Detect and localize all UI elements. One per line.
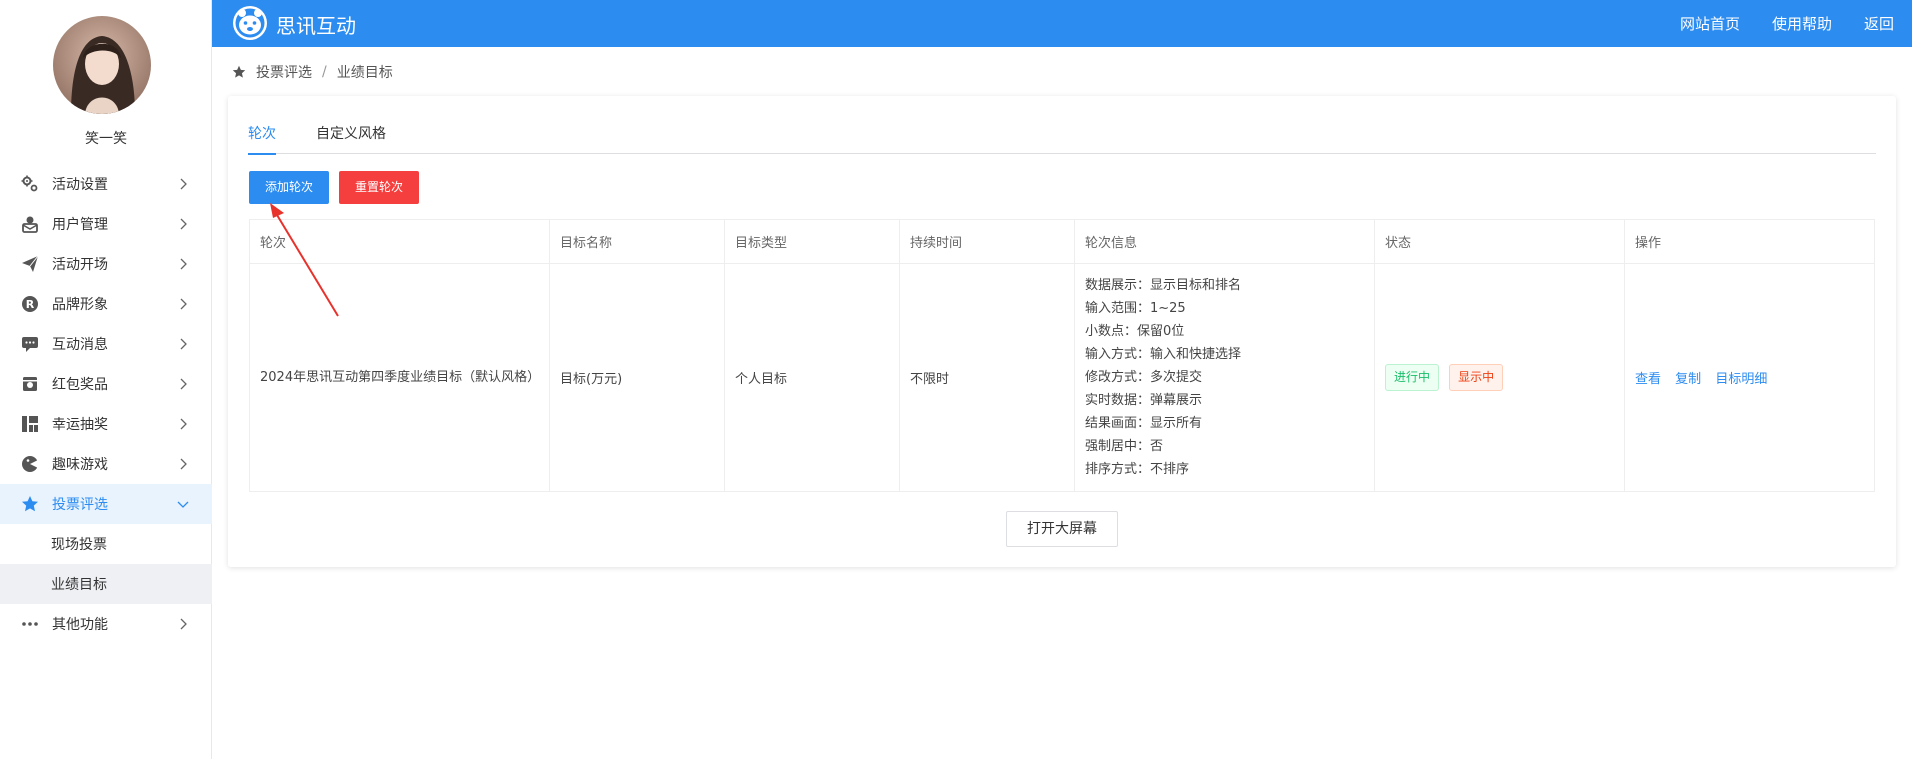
sidebar-item-voting[interactable]: 投票评选	[0, 484, 212, 524]
message-icon	[20, 334, 40, 354]
nav-back-link[interactable]: 返回	[1864, 13, 1894, 34]
operations-cell: 查看 复制 目标明细	[1624, 263, 1875, 492]
sidebar-item-label: 用户管理	[52, 217, 108, 233]
sidebar-item-activity-opening[interactable]: 活动开场	[0, 244, 212, 284]
view-link[interactable]: 查看	[1635, 372, 1661, 387]
sidebar: 笑一笑 活动设置 用户管理 活动开场 R 品牌形象 互动消息 红包奖品 幸运抽奖…	[0, 0, 212, 759]
sidebar-item-red-packet-prizes[interactable]: 红包奖品	[0, 364, 212, 404]
target-name-cell: 目标(万元)	[549, 263, 725, 492]
column-header: 状态	[1374, 219, 1625, 264]
info-line: 输入范围：1~25	[1085, 301, 1186, 316]
open-big-screen-button[interactable]: 打开大屏幕	[1006, 511, 1118, 547]
chevron-right-icon	[180, 378, 187, 390]
tab-custom-style[interactable]: 自定义风格	[316, 114, 386, 154]
chevron-down-icon	[177, 501, 189, 508]
copy-link[interactable]: 复制	[1675, 372, 1701, 387]
sidebar-item-label: 趣味游戏	[52, 457, 108, 473]
sidebar-subitem-live-voting[interactable]: 现场投票	[0, 524, 212, 564]
nav-help-link[interactable]: 使用帮助	[1772, 13, 1832, 34]
sidebar-item-label: 幸运抽奖	[52, 417, 108, 433]
column-header: 操作	[1624, 219, 1875, 264]
lottery-icon	[20, 414, 40, 434]
duration-cell: 不限时	[899, 263, 1075, 492]
annotation-arrow-icon	[270, 203, 339, 317]
info-line: 输入方式：输入和快捷选择	[1085, 347, 1242, 362]
sidebar-subitem-performance-targets[interactable]: 业绩目标	[0, 564, 212, 604]
tab-rounds[interactable]: 轮次	[248, 114, 276, 155]
info-line: 实时数据：弹幕展示	[1085, 393, 1203, 408]
chevron-right-icon	[180, 298, 187, 310]
chevron-right-icon	[180, 458, 187, 470]
sidebar-menu: 活动设置 用户管理 活动开场 R 品牌形象 互动消息 红包奖品 幸运抽奖 趣味游…	[0, 164, 212, 644]
sidebar-item-brand-image[interactable]: R 品牌形象	[0, 284, 212, 324]
nav-home-link[interactable]: 网站首页	[1680, 13, 1740, 34]
sidebar-item-other-features[interactable]: 其他功能	[0, 604, 212, 644]
rounds-table: 轮次 目标名称 目标类型 持续时间 轮次信息 状态 操作 2024年思讯互动第四…	[249, 219, 1875, 492]
sidebar-item-label: 活动设置	[52, 177, 108, 193]
user-icon	[20, 214, 40, 234]
svg-text:R: R	[26, 298, 35, 311]
registered-icon: R	[20, 294, 40, 314]
chevron-right-icon	[180, 418, 187, 430]
sidebar-item-lucky-draw[interactable]: 幸运抽奖	[0, 404, 212, 444]
sidebar-item-fun-games[interactable]: 趣味游戏	[0, 444, 212, 484]
breadcrumb-separator: /	[322, 64, 327, 80]
sidebar-item-interactive-messages[interactable]: 互动消息	[0, 324, 212, 364]
star-icon	[20, 494, 40, 514]
game-icon	[20, 454, 40, 474]
info-line: 修改方式：多次提交	[1085, 370, 1203, 385]
status-badge-in-progress[interactable]: 进行中	[1385, 364, 1440, 391]
username: 笑一笑	[85, 131, 127, 147]
table-header-row: 轮次 目标名称 目标类型 持续时间 轮次信息 状态 操作	[249, 219, 1875, 264]
more-icon	[20, 614, 40, 634]
sidebar-item-label: 投票评选	[52, 497, 108, 513]
target-details-link[interactable]: 目标明细	[1715, 372, 1767, 387]
info-line: 数据展示：显示目标和排名	[1085, 278, 1242, 293]
column-header: 目标类型	[724, 219, 900, 264]
info-line: 小数点：保留0位	[1085, 324, 1185, 339]
column-header: 持续时间	[899, 219, 1075, 264]
chevron-right-icon	[180, 178, 187, 190]
top-nav: 网站首页 使用帮助 返回	[1680, 0, 1894, 47]
column-header: 目标名称	[549, 219, 725, 264]
status-cell: 进行中 显示中	[1374, 263, 1625, 492]
sidebar-item-label: 其他功能	[52, 617, 108, 633]
gift-icon	[20, 374, 40, 394]
chevron-right-icon	[180, 338, 187, 350]
status-badge-displaying[interactable]: 显示中	[1449, 364, 1504, 391]
sidebar-item-activity-settings[interactable]: 活动设置	[0, 164, 212, 204]
sidebar-item-label: 活动开场	[52, 257, 108, 273]
chevron-right-icon	[180, 218, 187, 230]
info-line: 结果画面：显示所有	[1085, 416, 1203, 431]
column-header: 轮次信息	[1074, 219, 1375, 264]
info-line: 强制居中：否	[1085, 439, 1164, 454]
breadcrumb-current: 业绩目标	[336, 65, 393, 81]
logo-icon[interactable]	[232, 5, 268, 41]
sidebar-item-label: 红包奖品	[52, 377, 108, 393]
app-title[interactable]: 思讯互动	[276, 10, 356, 39]
breadcrumb: 投票评选 / 业绩目标	[232, 62, 393, 82]
breadcrumb-parent[interactable]: 投票评选	[256, 62, 312, 82]
table-row: 2024年思讯互动第四季度业绩目标（默认风格） 目标(万元) 个人目标 不限时 …	[249, 263, 1875, 492]
info-line: 排序方式：不排序	[1085, 462, 1190, 477]
sidebar-item-label: 互动消息	[52, 337, 108, 353]
star-icon	[232, 65, 246, 78]
chevron-right-icon	[180, 258, 187, 270]
tab-bar: 轮次 自定义风格	[248, 114, 1876, 155]
sidebar-item-user-management[interactable]: 用户管理	[0, 204, 212, 244]
content-card: 轮次 自定义风格 添加轮次 重置轮次 轮次 目标名称 目标类型 持续时间 轮次信…	[228, 96, 1896, 567]
target-type-cell: 个人目标	[724, 263, 900, 492]
avatar[interactable]	[53, 16, 151, 114]
chevron-right-icon	[180, 618, 187, 630]
round-info-cell: 数据展示：显示目标和排名 输入范围：1~25 小数点：保留0位 输入方式：输入和…	[1074, 263, 1375, 492]
top-header: 思讯互动 网站首页 使用帮助 返回	[212, 0, 1912, 47]
sidebar-item-label: 品牌形象	[52, 297, 108, 313]
gears-icon	[20, 174, 40, 194]
paper-plane-icon	[20, 254, 40, 274]
